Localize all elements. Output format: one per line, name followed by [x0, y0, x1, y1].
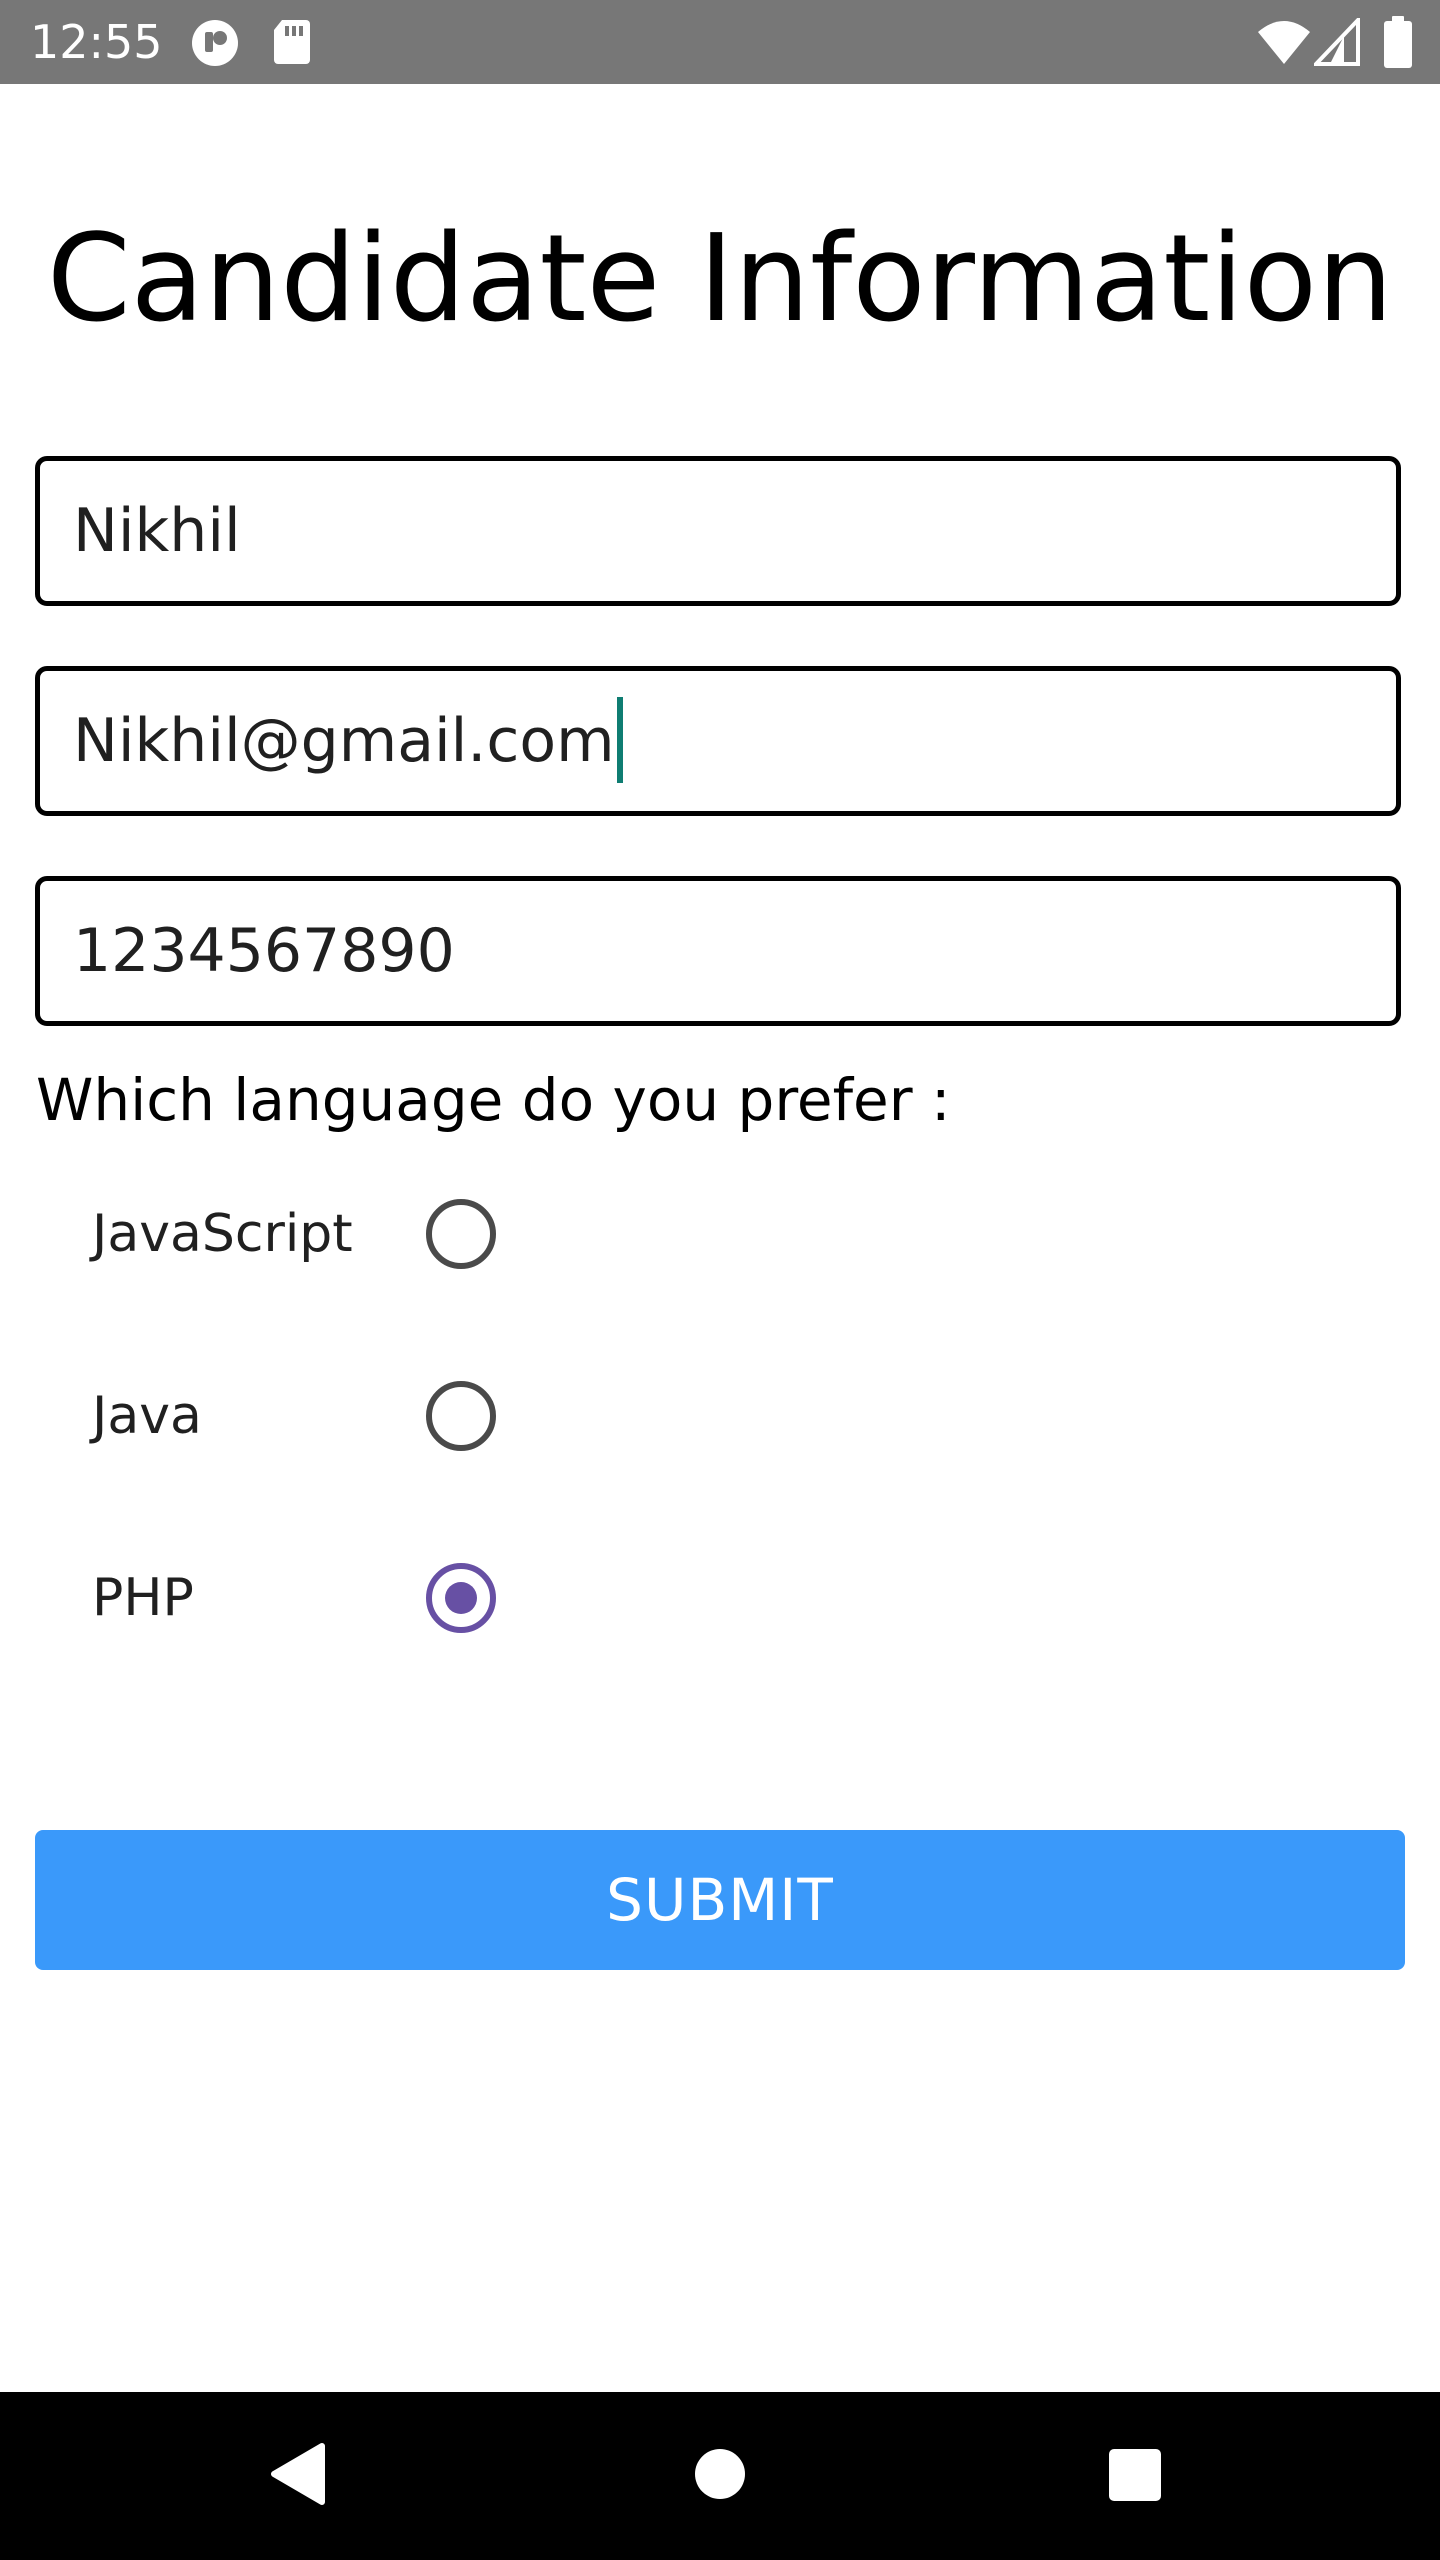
phone-field-value: 1234567890 [73, 916, 455, 986]
recents-icon[interactable] [1108, 2448, 1162, 2502]
navigation-bar [0, 2392, 1440, 2560]
wifi-icon [1258, 21, 1310, 64]
sd-card-icon [274, 20, 310, 64]
text-caret [616, 697, 623, 784]
option-javascript[interactable]: JavaScript [0, 1174, 1440, 1294]
language-question: Which language do you prefer : [36, 1066, 951, 1134]
option-java[interactable]: Java [0, 1356, 1440, 1476]
media-icon [192, 20, 238, 66]
back-icon[interactable] [268, 2442, 328, 2506]
email-field[interactable]: Nikhil@gmail.com [35, 666, 1401, 816]
option-label: PHP [92, 1568, 194, 1628]
option-php[interactable]: PHP [0, 1538, 1440, 1658]
name-field-value: Nikhil [73, 496, 241, 566]
home-icon[interactable] [694, 2448, 746, 2500]
signal-icon [1314, 18, 1360, 66]
submit-button[interactable]: SUBMIT [35, 1830, 1405, 1970]
email-field-value-wrap: Nikhil@gmail.com [73, 671, 623, 811]
email-field-value: Nikhil@gmail.com [73, 706, 615, 776]
radio-button-javascript[interactable] [426, 1199, 496, 1269]
name-field[interactable]: Nikhil [35, 456, 1401, 606]
option-label: Java [92, 1386, 202, 1446]
radio-selected-dot [445, 1582, 477, 1614]
page-title: Candidate Information [46, 210, 1394, 349]
status-time: 12:55 [30, 15, 163, 69]
radio-button-java[interactable] [426, 1381, 496, 1451]
option-label: JavaScript [92, 1204, 353, 1264]
battery-icon [1384, 16, 1412, 68]
phone-field[interactable]: 1234567890 [35, 876, 1401, 1026]
radio-button-php[interactable] [426, 1563, 496, 1633]
status-bar: 12:55 [0, 0, 1440, 84]
